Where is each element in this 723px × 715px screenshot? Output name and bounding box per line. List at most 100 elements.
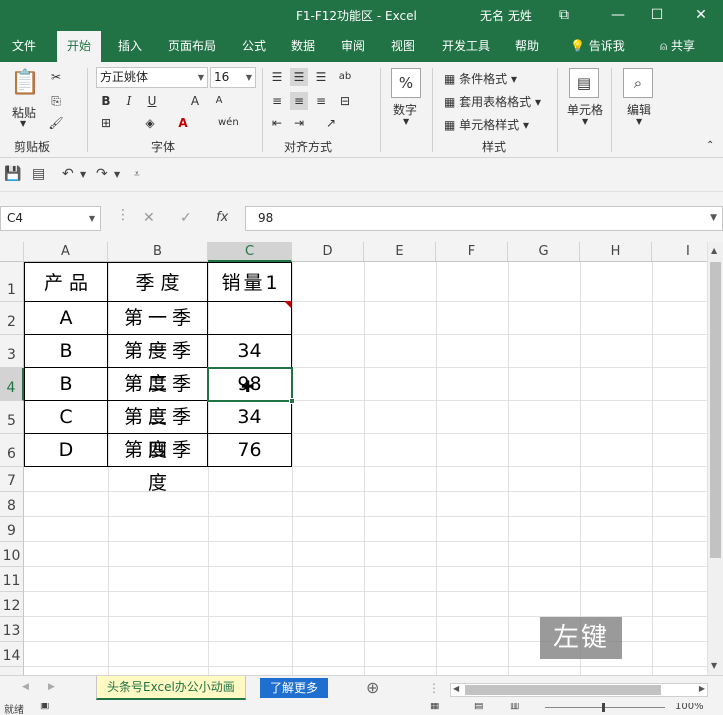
phonetic-icon[interactable]: wén xyxy=(218,114,239,132)
save-icon[interactable]: 💾 xyxy=(4,166,21,182)
cut-icon[interactable]: ✂ xyxy=(47,68,65,86)
cell-b6[interactable]: 第四季度 xyxy=(108,434,208,494)
column-header-g[interactable]: G xyxy=(508,242,580,262)
format-as-table-button[interactable]: ▦ 套用表格格式 ▾ xyxy=(444,93,541,110)
row-header-15[interactable] xyxy=(0,667,24,675)
row-header-3[interactable]: 3 xyxy=(0,335,24,368)
search-icon[interactable]: ⌕ xyxy=(623,68,653,98)
cell-b4[interactable]: 第二季度 xyxy=(108,368,208,428)
borders-icon[interactable]: ⊞ xyxy=(97,114,115,132)
format-painter-icon[interactable]: 🖌 xyxy=(47,114,65,132)
cell-a6[interactable]: D xyxy=(24,434,108,467)
column-header-i[interactable]: I xyxy=(652,242,707,262)
user-name[interactable]: 无名 无姓 xyxy=(480,7,532,24)
cell-c6[interactable]: 76 xyxy=(208,434,292,467)
close-button[interactable]: ✕ xyxy=(686,3,716,27)
number-button[interactable]: 数字 xyxy=(393,101,417,118)
cell-b5[interactable]: 第三季度 xyxy=(108,401,208,461)
tab-insert[interactable]: 插入 xyxy=(108,31,152,62)
font-color-icon[interactable]: A xyxy=(174,114,192,132)
redo-dropdown-icon[interactable]: ▼ xyxy=(114,170,120,179)
tab-page-layout[interactable]: 页面布局 xyxy=(158,31,226,62)
cell-c1[interactable]: 销量1 xyxy=(208,262,292,302)
cell-c5[interactable]: 34 xyxy=(208,401,292,434)
tab-home[interactable]: 开始 xyxy=(57,31,102,62)
tab-developer[interactable]: 开发工具 xyxy=(432,31,500,62)
tab-view[interactable]: 视图 xyxy=(381,31,425,62)
underline-icon[interactable]: U xyxy=(143,92,161,110)
italic-icon[interactable]: I xyxy=(120,92,138,110)
column-header-d[interactable]: D xyxy=(292,242,364,262)
copy-icon[interactable]: ⎘ xyxy=(47,92,65,110)
tab-data[interactable]: 数据 xyxy=(281,31,325,62)
collapse-ribbon-icon[interactable]: ⌃ xyxy=(706,140,714,151)
zoom-slider[interactable] xyxy=(545,707,665,708)
page-layout-view-icon[interactable]: ▤ xyxy=(474,703,483,711)
align-bottom-icon[interactable]: ☰ xyxy=(312,68,330,86)
align-center-icon[interactable]: ≡ xyxy=(290,92,308,110)
chevron-down-icon[interactable]: ▼ xyxy=(582,117,588,126)
tab-formulas[interactable]: 公式 xyxy=(232,31,276,62)
cell-a3[interactable]: B xyxy=(24,335,108,368)
name-box[interactable]: C4 ▼ xyxy=(0,206,101,231)
align-top-icon[interactable]: ☰ xyxy=(268,68,286,86)
row-header-1[interactable]: 1 xyxy=(0,262,24,302)
horizontal-scrollbar[interactable]: ◀ ▶ xyxy=(450,683,708,697)
customize-qat-icon[interactable]: ⩡ xyxy=(134,169,140,180)
row-header-13[interactable]: 13 xyxy=(0,617,24,642)
horizontal-scroll-thumb[interactable] xyxy=(465,685,661,695)
minimize-button[interactable]: — xyxy=(603,3,633,27)
maximize-button[interactable]: ☐ xyxy=(642,3,672,27)
conditional-format-button[interactable]: ▦ 条件格式 ▾ xyxy=(444,70,517,87)
row-header-12[interactable]: 12 xyxy=(0,592,24,617)
cells-button[interactable]: 单元格 xyxy=(567,101,603,118)
row-header-2[interactable]: 2 xyxy=(0,302,24,335)
cell-styles-button[interactable]: ▦ 单元格样式 ▾ xyxy=(444,116,529,133)
row-header-4[interactable]: 4 xyxy=(0,368,24,401)
paste-icon[interactable]: 📋 xyxy=(10,68,40,98)
row-header-5[interactable]: 5 xyxy=(0,401,24,434)
normal-view-icon[interactable]: ▦ xyxy=(430,703,439,711)
add-sheet-button[interactable]: ⊕ xyxy=(366,678,379,697)
editing-button[interactable]: 编辑 xyxy=(627,101,651,118)
bold-icon[interactable]: B xyxy=(97,92,115,110)
sheet-tab-learn-more[interactable]: 了解更多 xyxy=(260,678,329,698)
zoom-slider-thumb[interactable] xyxy=(602,703,605,712)
vertical-scrollbar[interactable]: ▲ ▼ xyxy=(707,242,723,675)
cells-icon[interactable]: ▤ xyxy=(569,68,599,98)
row-header-7[interactable]: 7 xyxy=(0,467,24,492)
increase-font-icon[interactable]: A xyxy=(186,92,204,110)
cell-a4[interactable]: B xyxy=(24,368,108,401)
chevron-down-icon[interactable]: ▼ xyxy=(403,117,409,126)
share-button[interactable]: ⍝ 共享 xyxy=(650,31,705,62)
column-header-f[interactable]: F xyxy=(436,242,508,262)
ribbon-display-icon[interactable]: ⧉ xyxy=(549,3,579,27)
cell-c2[interactable] xyxy=(208,302,292,335)
redo-icon[interactable]: ↷ xyxy=(96,166,108,182)
font-size-combo[interactable]: 16 ▼ xyxy=(210,67,256,88)
scroll-down-icon[interactable]: ▼ xyxy=(711,661,717,670)
cell-a1[interactable]: 产品 xyxy=(24,262,108,302)
column-header-a[interactable]: A xyxy=(24,242,108,262)
row-header-6[interactable]: 6 xyxy=(0,434,24,467)
scroll-up-icon[interactable]: ▲ xyxy=(711,246,717,255)
scroll-right-icon[interactable]: ▶ xyxy=(699,684,705,693)
tell-me-search[interactable]: 💡 告诉我 xyxy=(560,31,635,62)
tab-help[interactable]: 帮助 xyxy=(505,31,549,62)
row-header-8[interactable]: 8 xyxy=(0,492,24,517)
row-header-9[interactable]: 9 xyxy=(0,517,24,542)
cell-a2[interactable]: A xyxy=(24,302,108,335)
insert-function-icon[interactable]: fx xyxy=(216,210,228,225)
align-right-icon[interactable]: ≡ xyxy=(312,92,330,110)
paste-dropdown-icon[interactable]: ▼ xyxy=(20,119,26,128)
tab-file[interactable]: 文件 xyxy=(2,31,46,62)
column-header-h[interactable]: H xyxy=(580,242,652,262)
cell-b2[interactable]: 第一季度 xyxy=(108,302,208,362)
vertical-scroll-thumb[interactable] xyxy=(710,262,721,558)
row-header-10[interactable]: 10 xyxy=(0,542,24,567)
page-break-view-icon[interactable]: ▥ xyxy=(510,703,519,711)
decrease-font-icon[interactable]: A xyxy=(210,92,228,110)
percent-icon[interactable]: % xyxy=(391,68,421,98)
prev-sheet-icon[interactable]: ◀ xyxy=(22,682,29,692)
fill-color-icon[interactable]: ◈ xyxy=(141,114,159,132)
